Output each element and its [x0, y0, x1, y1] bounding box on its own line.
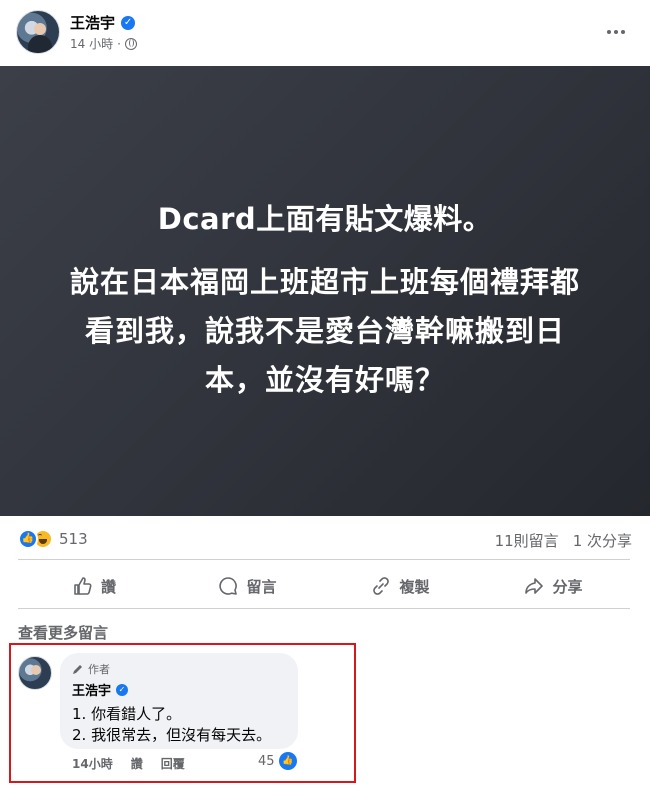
- comment-text-line: 2. 我很常去，但沒有每天去。: [72, 726, 272, 744]
- post-body: 說在日本福岡上班超市上班每個禮拜都 看到我，說我不是愛台灣幹嘛搬到日 本，並沒有…: [35, 258, 615, 405]
- post-stats: 11則留言 1 次分享: [495, 530, 632, 551]
- share-icon: [525, 578, 544, 594]
- divider: [18, 559, 630, 560]
- divider: [18, 608, 630, 609]
- reaction-icons[interactable]: 👍 513: [18, 529, 88, 549]
- post-body-line: 本，並沒有好嗎？: [204, 363, 445, 397]
- globe-icon[interactable]: [124, 37, 137, 50]
- reaction-count[interactable]: 513: [59, 530, 88, 548]
- comment-button[interactable]: 留言: [171, 566, 324, 606]
- comment-meta: 14小時 讚 回覆: [72, 755, 185, 772]
- author-row: 王浩宇 ✓: [70, 12, 136, 33]
- like-icon: [74, 577, 92, 595]
- comment-like-link[interactable]: 讚: [131, 755, 143, 772]
- post-body-line: 看到我，說我不是愛台灣幹嘛搬到日: [84, 314, 565, 348]
- action-bar: 讚 留言 複製 分享: [18, 566, 630, 606]
- comment-avatar[interactable]: [18, 656, 52, 690]
- comment-label: 留言: [246, 577, 277, 596]
- like-icon: 👍: [278, 752, 297, 770]
- comment-author-name[interactable]: 王浩宇: [72, 680, 111, 699]
- post-body-line: 說在日本福岡上班超市上班每個禮拜都: [69, 265, 580, 299]
- comment-author-row: 王浩宇 ✓: [72, 680, 129, 699]
- author-badge-label: 作者: [88, 663, 110, 676]
- author-badge: 作者: [72, 661, 110, 677]
- author-avatar[interactable]: [16, 10, 60, 54]
- comment-count[interactable]: 11則留言: [495, 530, 559, 551]
- share-button[interactable]: 分享: [477, 566, 630, 606]
- copy-icon: [373, 577, 390, 595]
- verified-icon: ✓: [116, 683, 129, 696]
- author-name[interactable]: 王浩宇: [70, 12, 115, 33]
- share-label: 分享: [552, 577, 583, 596]
- comment-time[interactable]: 14小時: [72, 755, 113, 772]
- pen-icon: [73, 665, 82, 674]
- comment-like-count: 45: [258, 753, 275, 769]
- time-separator: ·: [117, 36, 121, 51]
- share-count[interactable]: 1 次分享: [573, 530, 632, 551]
- comment-likes[interactable]: 45 👍: [258, 752, 297, 770]
- comment-text-line: 1. 你看錯人了。: [72, 705, 182, 723]
- view-more-comments[interactable]: 查看更多留言: [18, 622, 108, 643]
- like-label: 讚: [100, 577, 116, 596]
- like-button[interactable]: 讚: [18, 566, 171, 606]
- post-header: 王浩宇 ✓ 14 小時 ·: [0, 0, 650, 66]
- more-options-button[interactable]: [602, 18, 630, 46]
- post-headline: Dcard上面有貼文爆料。: [157, 202, 493, 236]
- post-time[interactable]: 14 小時: [70, 35, 113, 52]
- more-icon: [607, 30, 611, 34]
- comment-reply-link[interactable]: 回覆: [161, 755, 185, 772]
- copy-button[interactable]: 複製: [324, 566, 477, 606]
- comment-icon: [219, 577, 238, 595]
- post-meta: 14 小時 ·: [70, 35, 137, 52]
- copy-label: 複製: [399, 577, 430, 596]
- reaction-summary: 👍 513 11則留言 1 次分享: [0, 525, 650, 557]
- verified-icon: ✓: [121, 15, 136, 30]
- like-reaction-icon: 👍: [18, 529, 38, 549]
